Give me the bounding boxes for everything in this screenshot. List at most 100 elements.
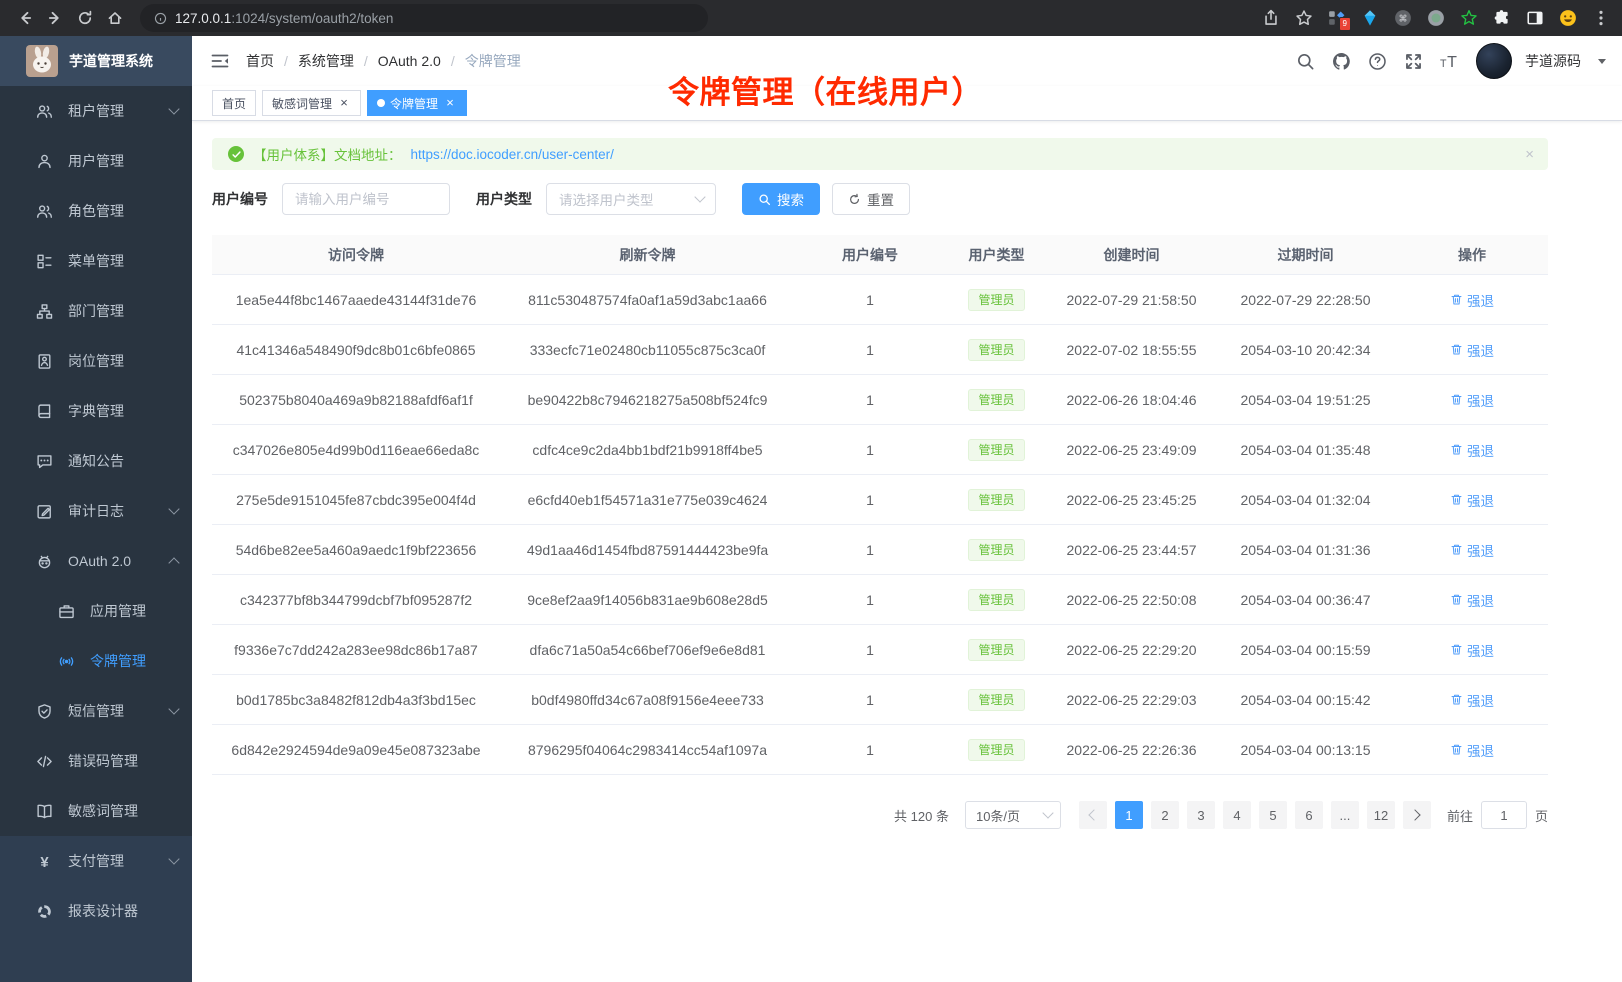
tab[interactable]: 令牌管理 ×	[367, 90, 467, 116]
doc-link[interactable]: https://doc.iocoder.cn/user-center/	[411, 147, 614, 162]
alert-close-icon[interactable]: ×	[1525, 146, 1534, 163]
action-cell: 强退	[1396, 375, 1548, 425]
page-button[interactable]: 1	[1115, 801, 1143, 829]
sidebar-item[interactable]: OAuth 2.0	[0, 536, 192, 586]
browser-reload-icon[interactable]	[72, 5, 98, 31]
extension-puzzle-icon[interactable]	[1493, 9, 1511, 27]
sidebar-item[interactable]: 字典管理	[0, 386, 192, 436]
sidebar-item[interactable]: 令牌管理	[0, 636, 192, 686]
user-type-select[interactable]: 请选择用户类型	[546, 183, 716, 215]
sidebar-item[interactable]: 敏感词管理	[0, 786, 192, 836]
sidebar-item[interactable]: 角色管理	[0, 186, 192, 236]
force-logout-button[interactable]: 强退	[1450, 740, 1494, 760]
extension-command-icon[interactable]: ⌘	[1394, 9, 1412, 27]
sidebar-item[interactable]: 审计日志	[0, 486, 192, 536]
chevron-icon	[168, 557, 179, 568]
help-icon[interactable]	[1368, 52, 1387, 71]
browser-menu-icon[interactable]	[1592, 9, 1610, 27]
prev-page-button[interactable]	[1079, 801, 1107, 829]
force-logout-button[interactable]: 强退	[1450, 340, 1494, 360]
user-type-cell: 管理员	[945, 625, 1048, 675]
username[interactable]: 芋道源码	[1525, 51, 1581, 71]
tab-label: 敏感词管理	[272, 95, 332, 112]
sidebar-item[interactable]: 短信管理	[0, 686, 192, 736]
page-button[interactable]: ...	[1331, 801, 1359, 829]
sidebar-menu-lower: ¥ 支付管理 报表设计器	[0, 836, 192, 982]
browser-back-icon[interactable]	[12, 5, 38, 31]
search-icon[interactable]	[1296, 52, 1315, 71]
sidebar-item[interactable]: 菜单管理	[0, 236, 192, 286]
page-button[interactable]: 6	[1295, 801, 1323, 829]
active-dot	[377, 99, 385, 107]
fullscreen-icon[interactable]	[1404, 52, 1423, 71]
sidebar-item[interactable]: 通知公告	[0, 436, 192, 486]
user-id-cell: 1	[795, 625, 945, 675]
sidebar-item[interactable]: 报表设计器	[0, 886, 192, 936]
force-logout-button[interactable]: 强退	[1450, 490, 1494, 510]
force-logout-button[interactable]: 强退	[1450, 290, 1494, 310]
user-type-cell: 管理员	[945, 425, 1048, 475]
next-page-button[interactable]	[1403, 801, 1431, 829]
sidebar-item[interactable]: 错误码管理	[0, 736, 192, 786]
font-size-icon[interactable]: TT	[1440, 52, 1459, 71]
sidebar-item[interactable]: 部门管理	[0, 286, 192, 336]
tab-close-icon[interactable]: ×	[443, 96, 457, 110]
force-logout-button[interactable]: 强退	[1450, 590, 1494, 610]
extension-record-icon[interactable]	[1427, 9, 1445, 27]
page-button[interactable]: 2	[1151, 801, 1179, 829]
breadcrumb-item[interactable]: 首页	[246, 51, 274, 71]
github-icon[interactable]	[1332, 52, 1351, 71]
force-logout-button[interactable]: 强退	[1450, 540, 1494, 560]
search-button[interactable]: 搜索	[742, 183, 820, 215]
breadcrumb-item[interactable]: OAuth 2.0	[354, 53, 441, 69]
page-size-select[interactable]: 10条/页	[965, 801, 1061, 829]
user-type-tag: 管理员	[968, 289, 1024, 311]
force-logout-button[interactable]: 强退	[1450, 390, 1494, 410]
goto-page-input[interactable]	[1481, 801, 1527, 829]
breadcrumb-item[interactable]: 系统管理	[274, 51, 354, 71]
tab[interactable]: 敏感词管理 ×	[262, 90, 361, 116]
force-logout-button[interactable]: 强退	[1450, 440, 1494, 460]
sidebar-item[interactable]: 岗位管理	[0, 336, 192, 386]
access-token-cell: 1ea5e44f8bc1467aaede43144f31de76	[212, 275, 500, 325]
split-view-icon[interactable]	[1526, 9, 1544, 27]
profile-avatar-icon[interactable]	[1559, 9, 1577, 27]
user-type-cell: 管理员	[945, 675, 1048, 725]
force-logout-button[interactable]: 强退	[1450, 690, 1494, 710]
url-text: 127.0.0.1:1024/system/oauth2/token	[175, 11, 393, 26]
refresh-token-cell: e6cfd40eb1f54571a31e775e039c4624	[500, 475, 795, 525]
sidebar-item[interactable]: 用户管理	[0, 136, 192, 186]
extension-gem-icon[interactable]	[1361, 9, 1379, 27]
page-button[interactable]: 3	[1187, 801, 1215, 829]
tab-close-icon[interactable]: ×	[337, 96, 351, 110]
share-icon[interactable]	[1262, 9, 1280, 27]
tab[interactable]: 首页 ×	[212, 90, 256, 116]
sidebar: 芋道管理系统 租户管理 用户管理 角色管理 菜单管理	[0, 36, 192, 982]
caret-down-icon[interactable]	[1598, 59, 1606, 68]
sidebar-item[interactable]: 应用管理	[0, 586, 192, 636]
breadcrumb-item[interactable]: 令牌管理	[441, 51, 521, 71]
force-logout-button[interactable]: 强退	[1450, 640, 1494, 660]
browser-home-icon[interactable]	[102, 5, 128, 31]
reset-button[interactable]: 重置	[832, 183, 910, 215]
page-button[interactable]: 12	[1367, 801, 1395, 829]
tab-label: 令牌管理	[390, 95, 438, 112]
sidebar-item[interactable]: ¥ 支付管理	[0, 836, 192, 886]
page-button[interactable]: 5	[1259, 801, 1287, 829]
browser-address-bar[interactable]: 127.0.0.1:1024/system/oauth2/token	[140, 4, 708, 32]
extension-star-icon[interactable]	[1460, 9, 1478, 27]
page-button[interactable]: 4	[1223, 801, 1251, 829]
page-info-icon[interactable]	[154, 12, 167, 25]
bookmark-star-icon[interactable]	[1295, 9, 1313, 27]
browser-forward-icon[interactable]	[42, 5, 68, 31]
created-at-cell: 2022-07-29 21:58:50	[1048, 275, 1215, 325]
extension-grid-icon[interactable]: 9	[1328, 9, 1346, 27]
sidebar-logo-bar[interactable]: 芋道管理系统	[0, 36, 192, 86]
page-size-value: 10条/页	[976, 806, 1020, 825]
user-id-input[interactable]	[282, 183, 450, 215]
user-avatar[interactable]	[1476, 43, 1512, 79]
sidebar-toggle-icon[interactable]	[210, 51, 230, 71]
action-cell: 强退	[1396, 425, 1548, 475]
sidebar-item[interactable]: 租户管理	[0, 86, 192, 136]
created-at-cell: 2022-06-25 22:50:08	[1048, 575, 1215, 625]
